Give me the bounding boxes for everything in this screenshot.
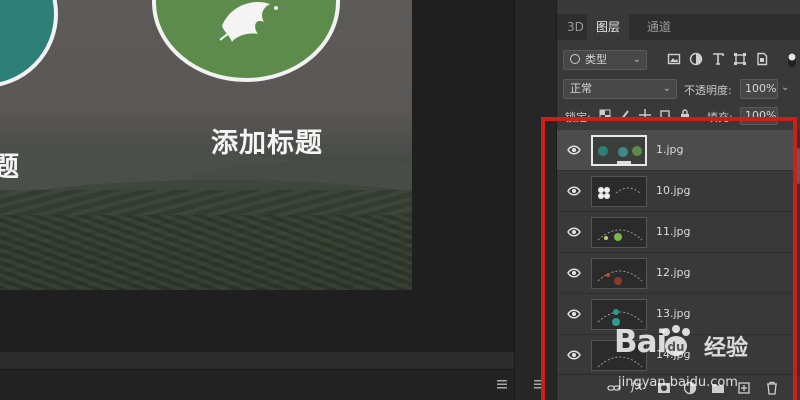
layer-row[interactable]: 11.jpg <box>557 212 793 253</box>
leaf-icon <box>219 2 278 42</box>
smart-object-filter-icon[interactable] <box>755 52 769 66</box>
panel-dock-strip <box>514 0 556 400</box>
blend-mode-select[interactable]: 正常 ⌄ <box>563 79 677 99</box>
layers-panel-footer: fx <box>557 374 800 400</box>
lock-pixels-icon[interactable] <box>619 109 631 121</box>
tab-channels[interactable]: 通道 <box>641 14 677 40</box>
layer-thumbnail <box>591 340 647 371</box>
layer-thumbnail <box>591 135 647 166</box>
lock-transparent-icon[interactable] <box>599 109 611 121</box>
lock-label: 锁定: <box>565 111 591 124</box>
opacity-input[interactable]: 100% <box>740 79 778 99</box>
opacity-label: 不透明度: <box>684 84 732 97</box>
shape-filter-icon[interactable] <box>733 52 747 66</box>
lock-position-icon[interactable] <box>639 109 651 121</box>
tab-3d[interactable]: 3D <box>561 14 590 40</box>
blend-mode-value: 正常 <box>570 82 592 95</box>
layer-row[interactable]: 14.jpg <box>557 335 793 374</box>
layers-panel: 3D 图层 通道 类型 ⌄ 正常 ⌄ 不透明度: 100% ⌄ 锁定: 填充: … <box>556 0 800 400</box>
green-circle-badge <box>152 0 340 82</box>
eye-icon[interactable] <box>567 267 581 279</box>
search-icon <box>570 54 580 64</box>
layer-list: 1.jpg 10.jpg 11.jpg 12.jpg 13.jpg 14.jpg <box>557 130 793 374</box>
adjustment-filter-icon[interactable] <box>689 52 703 66</box>
link-layers-icon[interactable] <box>607 381 621 395</box>
lock-artboard-icon[interactable] <box>659 109 671 121</box>
menu-icon[interactable] <box>496 378 508 390</box>
image-filter-icon[interactable] <box>667 52 681 66</box>
layer-filter-row: 类型 ⌄ <box>557 48 800 72</box>
layer-name: 13.jpg <box>656 307 691 320</box>
layer-thumbnail <box>591 258 647 289</box>
filter-type-select[interactable]: 类型 ⌄ <box>563 50 647 70</box>
layer-name: 10.jpg <box>656 184 691 197</box>
eye-icon[interactable] <box>567 185 581 197</box>
fx-icon[interactable]: fx <box>631 379 643 394</box>
chevron-down-icon: ⌄ <box>662 83 671 94</box>
eye-icon[interactable] <box>567 349 581 361</box>
artboard[interactable]: 添加标题 题 <box>0 0 412 290</box>
new-layer-icon[interactable] <box>737 381 751 395</box>
adjustment-layer-icon[interactable] <box>683 381 697 395</box>
new-group-icon[interactable] <box>711 381 725 395</box>
delete-layer-icon[interactable] <box>765 381 779 395</box>
photoshop-window: 添加标题 题 3D 图层 通道 类型 ⌄ 正常 ⌄ 不透明度: 100% ⌄ 锁… <box>0 0 800 400</box>
eye-icon[interactable] <box>567 144 581 156</box>
menu-icon[interactable] <box>533 378 545 390</box>
layer-row[interactable]: 12.jpg <box>557 253 793 294</box>
layer-row[interactable]: 13.jpg <box>557 294 793 335</box>
fill-label: 填充: <box>707 111 733 124</box>
type-filter-icon[interactable] <box>711 52 725 66</box>
layer-row[interactable]: 1.jpg <box>557 130 793 171</box>
layer-name: 11.jpg <box>656 225 691 238</box>
layer-mask-icon[interactable] <box>657 381 671 395</box>
lock-row: 锁定: 填充: 100% <box>557 106 800 126</box>
filter-toggle-switch[interactable] <box>787 52 797 68</box>
headline-text: 添加标题 <box>211 128 323 159</box>
layer-thumbnail <box>591 299 647 330</box>
teal-circle-badge <box>0 0 58 88</box>
layer-name: 14.jpg <box>656 348 691 361</box>
chevron-down-icon: ⌄ <box>632 54 641 65</box>
layer-name: 12.jpg <box>656 266 691 279</box>
lock-all-icon[interactable] <box>679 109 691 121</box>
chevron-down-icon[interactable]: ⌄ <box>781 82 789 93</box>
eye-icon[interactable] <box>567 226 581 238</box>
scrollbar-thumb[interactable] <box>795 148 800 184</box>
document-area[interactable]: 添加标题 题 <box>0 0 514 400</box>
fill-input[interactable]: 100% <box>740 107 778 125</box>
tea-terrace-texture <box>0 215 412 290</box>
horizontal-scrollbar[interactable] <box>0 352 514 369</box>
layer-thumbnail <box>591 176 647 207</box>
layer-name: 1.jpg <box>656 143 684 156</box>
filter-type-label: 类型 <box>585 53 607 66</box>
eye-icon[interactable] <box>567 308 581 320</box>
layer-list-scrollbar[interactable] <box>794 130 800 374</box>
panel-tab-strip: 3D 图层 通道 <box>557 14 800 40</box>
headline-text-partial: 题 <box>0 152 20 183</box>
tab-layers[interactable]: 图层 <box>587 14 629 40</box>
blend-mode-row: 正常 ⌄ 不透明度: 100% ⌄ <box>557 78 800 100</box>
layer-row[interactable]: 10.jpg <box>557 171 793 212</box>
layer-thumbnail <box>591 217 647 248</box>
status-bar <box>0 369 514 400</box>
